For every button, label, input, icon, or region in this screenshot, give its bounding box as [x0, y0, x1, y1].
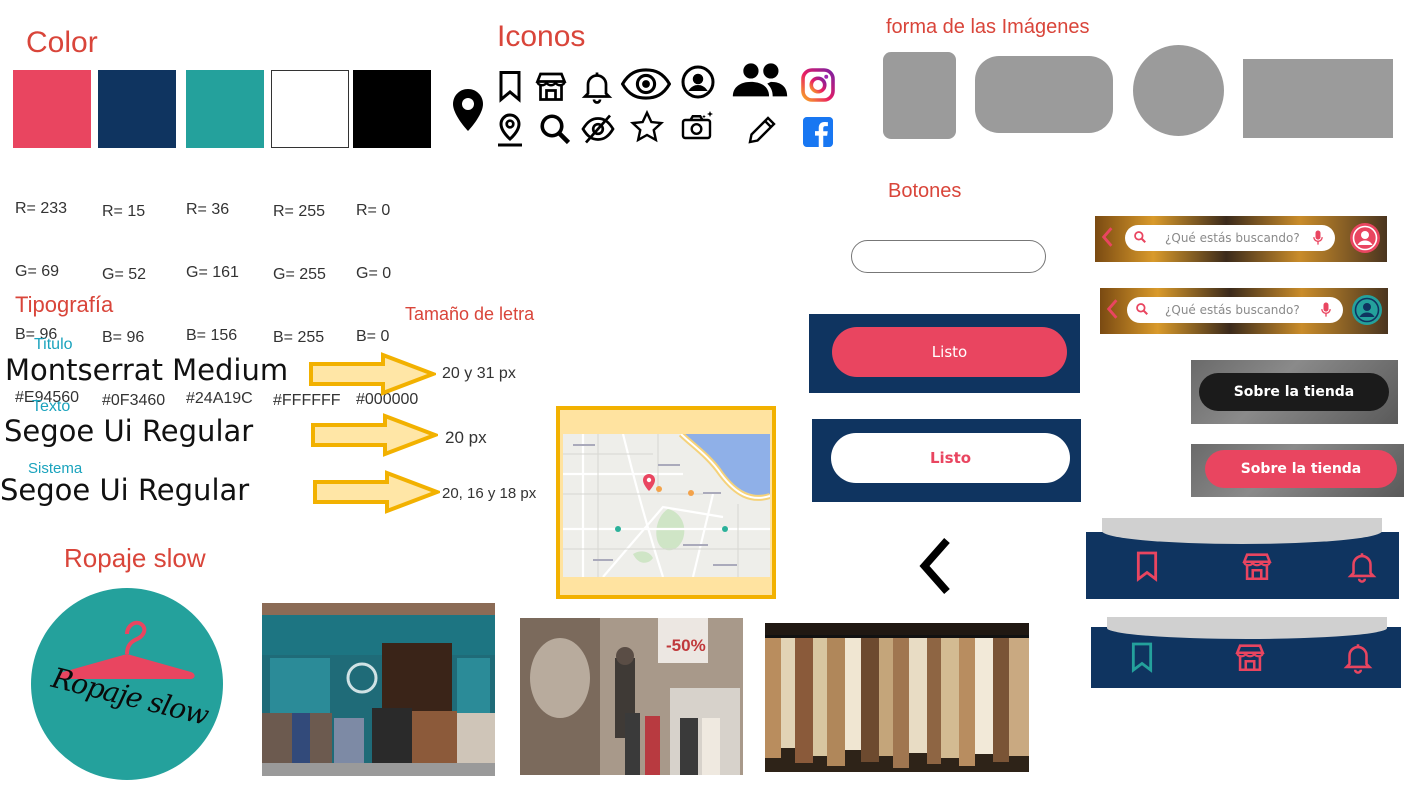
botones-heading: Botones — [888, 180, 962, 202]
eye-icon — [620, 62, 672, 106]
sistema-font-sample: Segoe Ui Regular — [0, 473, 250, 507]
color-values-teal: R= 36 G= 161 B= 156 #24A19C — [186, 157, 253, 430]
microphone-icon[interactable] — [1313, 229, 1325, 247]
value-b: B= 0 — [356, 328, 390, 345]
value-r: R= 0 — [356, 202, 391, 219]
search-bar-variant-1: ¿Qué estás buscando? — [1095, 216, 1387, 262]
tipografia-heading: Tipografía — [15, 292, 114, 317]
eye-off-icon — [578, 109, 618, 149]
user-circle-icon — [678, 62, 718, 102]
avatar-icon[interactable] — [1352, 295, 1382, 325]
titulo-font-sample: Montserrat Medium — [5, 353, 289, 387]
store-icon — [531, 66, 571, 106]
store-icon[interactable] — [1233, 640, 1269, 676]
value-r: R= 233 — [15, 200, 68, 217]
listo-secondary-container: Listo — [812, 419, 1081, 502]
avatar-icon[interactable] — [1350, 223, 1380, 253]
swatch-white — [271, 70, 349, 148]
value-g: G= 69 — [15, 263, 60, 280]
arrow-right-icon — [313, 470, 440, 514]
bookmark-icon[interactable] — [1129, 641, 1159, 675]
back-chevron-icon[interactable] — [1100, 226, 1116, 250]
color-heading: Color — [26, 26, 98, 59]
empty-pill-input[interactable] — [851, 240, 1046, 273]
bell-icon — [577, 66, 617, 106]
sobre-pink-button[interactable]: Sobre la tienda — [1205, 450, 1397, 488]
search-placeholder: ¿Qué estás buscando? — [1165, 231, 1300, 245]
shape-rounded-rect — [975, 56, 1113, 133]
search-icon — [1133, 230, 1149, 246]
forma-heading: forma de las Imágenes — [886, 16, 1090, 38]
search-icon — [1135, 302, 1151, 318]
value-hex: #24A19C — [186, 390, 253, 407]
value-b: B= 156 — [186, 327, 238, 344]
value-g: G= 161 — [186, 264, 239, 281]
bottom-nav-variant-1 — [1086, 518, 1399, 599]
value-hex: #0F3460 — [102, 392, 166, 409]
sistema-size: 20, 16 y 18 px — [442, 485, 537, 502]
clothes-rack-photo — [765, 623, 1029, 772]
arrow-right-icon — [309, 352, 436, 396]
sobre-pink-container: Sobre la tienda — [1191, 444, 1404, 497]
location-marker-icon — [490, 110, 530, 150]
shape-circle — [1133, 45, 1224, 136]
microphone-icon[interactable] — [1321, 301, 1333, 319]
value-b: B= 255 — [273, 329, 325, 346]
camera-sparkle-icon — [678, 106, 718, 146]
value-g: G= 52 — [102, 266, 147, 283]
swatch-black — [353, 70, 431, 148]
iconos-heading: Iconos — [497, 20, 586, 53]
listo-secondary-button[interactable]: Listo — [831, 433, 1070, 483]
bottom-nav-variant-2 — [1091, 617, 1401, 688]
instagram-icon — [798, 65, 838, 105]
value-r: R= 36 — [186, 201, 230, 218]
pencil-icon — [742, 110, 782, 150]
texto-font-sample: Segoe Ui Regular — [4, 414, 254, 448]
bookmark-icon[interactable] — [1134, 550, 1164, 584]
tamano-heading: Tamaño de letra — [405, 304, 535, 324]
facebook-icon — [798, 112, 838, 152]
location-pin-icon — [448, 86, 488, 134]
nav-curve — [1107, 617, 1387, 639]
sobre-dark-button[interactable]: Sobre la tienda — [1199, 373, 1389, 411]
shape-rectangle — [1243, 59, 1393, 138]
search-icon — [535, 109, 575, 149]
store-front-photo — [262, 603, 495, 776]
ropaje-heading: Ropaje slow — [64, 543, 206, 573]
back-chevron-icon[interactable] — [917, 536, 957, 598]
texto-size: 20 px — [445, 428, 487, 447]
value-g: G= 255 — [273, 266, 326, 283]
value-b: B= 96 — [102, 329, 145, 346]
group-icon — [731, 60, 789, 100]
sale-tag: -50% — [666, 636, 706, 655]
bell-icon[interactable] — [1345, 549, 1381, 585]
search-placeholder: ¿Qué estás buscando? — [1165, 303, 1300, 317]
titulo-size: 20 y 31 px — [442, 365, 516, 382]
listo-primary-button[interactable]: Listo — [832, 327, 1067, 377]
store-icon[interactable] — [1240, 549, 1276, 585]
search-bar-variant-2: ¿Qué estás buscando? — [1100, 288, 1388, 334]
sale-store-photo: -50% — [520, 618, 743, 775]
value-r: R= 15 — [102, 203, 146, 220]
value-g: G= 0 — [356, 265, 392, 282]
sobre-dark-container: Sobre la tienda — [1191, 360, 1398, 424]
swatch-navy — [98, 70, 176, 148]
nav-curve — [1102, 518, 1382, 544]
back-chevron-icon[interactable] — [1105, 298, 1121, 322]
value-r: R= 255 — [273, 203, 326, 220]
bookmark-icon — [490, 66, 530, 106]
bell-icon[interactable] — [1341, 640, 1377, 676]
search-field[interactable]: ¿Qué estás buscando? — [1127, 297, 1343, 323]
arrow-right-icon — [311, 413, 438, 457]
map-image[interactable] — [563, 434, 770, 577]
star-icon — [627, 107, 667, 147]
map-frame — [556, 406, 776, 599]
titulo-label: Titulo — [34, 336, 73, 353]
brand-logo: Ropaje slow — [31, 588, 223, 780]
listo-primary-container: Listo — [809, 314, 1080, 393]
search-field[interactable]: ¿Qué estás buscando? — [1125, 225, 1335, 251]
swatch-teal — [186, 70, 264, 148]
swatch-pink — [13, 70, 91, 148]
shape-rounded-square — [883, 52, 956, 139]
